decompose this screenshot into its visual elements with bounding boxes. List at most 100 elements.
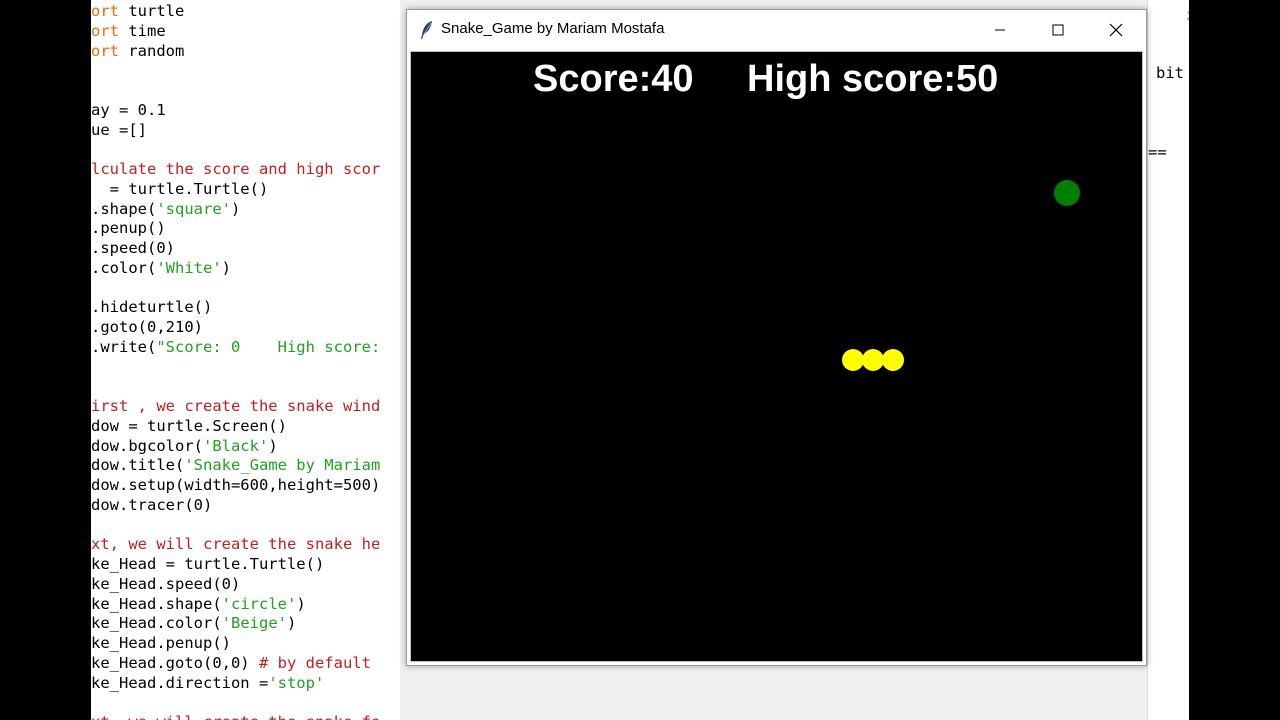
background-code-fragment-1: bit (1156, 64, 1184, 82)
code-line[interactable]: .color('White') (91, 259, 380, 279)
code-token: turtle (119, 2, 185, 20)
game-canvas[interactable]: Score:40 High score:50 (410, 51, 1143, 662)
code-line[interactable]: = turtle.Turtle() (91, 180, 380, 200)
code-line[interactable]: .goto(0,210) (91, 318, 380, 338)
close-button[interactable] (1093, 10, 1139, 50)
snake-segment (862, 349, 884, 371)
code-token: ke_Head.color( (91, 614, 222, 633)
maximize-icon (1052, 24, 1064, 36)
score-label: Score:40 (533, 58, 694, 100)
code-token: 'Snake_Game by Mariam (184, 456, 381, 475)
code-line[interactable] (91, 377, 380, 397)
code-token: ) (296, 594, 306, 613)
code-token: time (119, 21, 166, 40)
code-line[interactable]: ke_Head = turtle.Turtle() (91, 555, 380, 575)
code-token: 'square' (156, 199, 231, 218)
code-token: dow = turtle.Screen() (91, 416, 287, 435)
code-token: xt, we will create the snake he (91, 535, 381, 554)
code-token: ke_Head.goto(0,0) (91, 653, 259, 672)
code-line[interactable]: ke_Head.direction ='stop' (91, 674, 380, 694)
code-token: ) (230, 199, 241, 218)
code-token: irst , we create the snake wind (91, 397, 381, 415)
code-token: ay = 0.1 (91, 100, 166, 119)
code-line[interactable] (91, 81, 380, 101)
code-editor[interactable]: ort turtle ort time ort random ay = 0.1 ue =… (91, 0, 400, 720)
code-token: dow.title( (91, 456, 185, 475)
code-token: .goto(0,210) (91, 318, 203, 336)
code-line[interactable] (91, 358, 380, 378)
code-token: ke_Head.penup() (91, 634, 231, 652)
code-token: ke_Head.direction = (91, 673, 269, 692)
minimize-button[interactable] (977, 10, 1023, 50)
code-line[interactable] (91, 516, 380, 536)
code-token: .speed(0) (91, 239, 175, 257)
code-token: 'Black' (202, 436, 269, 455)
code-line[interactable]: lculate the score and high scor (91, 160, 380, 180)
code-token: dow.tracer(0) (91, 495, 213, 514)
code-line[interactable] (91, 140, 380, 160)
code-line[interactable]: .shape('square') (91, 200, 380, 220)
code-token: ) (268, 436, 278, 455)
minimize-icon (995, 29, 1005, 31)
code-token: ort (91, 21, 119, 40)
code-token: 'circle' (221, 594, 297, 613)
code-line[interactable]: .write("Score: 0 High score: (91, 338, 380, 358)
close-icon (1109, 23, 1123, 37)
code-token: 'White' (156, 258, 222, 277)
code-line[interactable]: .hideturtle() (91, 298, 380, 318)
code-token: 'stop' (268, 673, 325, 692)
code-line[interactable]: ue =[] (91, 121, 380, 141)
code-line[interactable] (91, 279, 380, 299)
snake-segment (842, 349, 864, 371)
code-line[interactable]: .penup() (91, 219, 380, 239)
code-token: .hideturtle() (91, 298, 213, 317)
code-token: ort (91, 2, 119, 20)
food-pellet (1054, 180, 1080, 206)
code-token: ke_Head.speed(0) (91, 574, 241, 593)
code-line[interactable]: dow = turtle.Screen() (91, 417, 380, 437)
code-line[interactable]: ke_Head.penup() (91, 634, 380, 654)
code-token: .penup() (91, 219, 166, 238)
code-line[interactable]: ke_Head.speed(0) (91, 575, 380, 595)
code-line[interactable]: xt, we will create the snake he (91, 535, 380, 555)
code-token: .write( (91, 337, 157, 356)
game-window: Snake_Game by Mariam Mostafa Score:40 Hi… (406, 9, 1147, 666)
background-editor: x bit == (1147, 0, 1190, 720)
feather-icon (421, 21, 432, 39)
code-line[interactable]: ke_Head.goto(0,0) # by default (91, 654, 380, 674)
code-token: = turtle.Turtle() (91, 179, 269, 198)
code-line[interactable]: ort time (91, 22, 380, 42)
code-line[interactable]: dow.tracer(0) (91, 496, 380, 516)
code-token: xt, we will create the snake fo (91, 713, 380, 720)
code-line[interactable] (91, 61, 380, 81)
code-token: ke_Head.shape( (91, 594, 222, 613)
background-code-fragment-2: == (1148, 143, 1167, 161)
code-token: ue =[] (91, 120, 147, 139)
snake-segment (882, 349, 904, 371)
code-line[interactable]: ort turtle (91, 2, 380, 22)
code-line[interactable]: dow.setup(width=600,height=500) (91, 476, 380, 496)
maximize-button[interactable] (1035, 10, 1081, 50)
window-titlebar[interactable]: Snake_Game by Mariam Mostafa (407, 10, 1146, 50)
code-token: ) (221, 258, 231, 277)
code-line[interactable]: .speed(0) (91, 239, 380, 259)
code-line[interactable] (91, 693, 380, 713)
code-line[interactable]: irst , we create the snake wind (91, 397, 380, 417)
code-text[interactable]: ort turtle ort time ort random ay = 0.1 ue =… (91, 2, 380, 720)
code-line[interactable]: ke_Head.shape('circle') (91, 595, 380, 615)
code-token: .color( (91, 258, 157, 277)
code-line[interactable]: dow.title('Snake_Game by Mariam (91, 456, 380, 476)
code-line[interactable]: ay = 0.1 (91, 101, 380, 121)
window-title: Snake_Game by Mariam Mostafa (441, 20, 665, 37)
code-token: .shape( (91, 199, 157, 218)
code-line[interactable]: ke_Head.color('Beige') (91, 614, 380, 634)
code-line[interactable]: dow.bgcolor('Black') (91, 437, 380, 457)
code-token: random (119, 41, 185, 60)
code-token: # by default (258, 653, 371, 672)
code-token: "Score: 0 High score: (156, 337, 381, 356)
code-line[interactable]: xt, we will create the snake fo (91, 713, 380, 720)
code-line[interactable]: ort random (91, 42, 380, 62)
code-token: dow.setup(width=600,height=500) (91, 476, 381, 494)
letterbox-right (1189, 0, 1280, 720)
code-token: ) (286, 614, 297, 633)
